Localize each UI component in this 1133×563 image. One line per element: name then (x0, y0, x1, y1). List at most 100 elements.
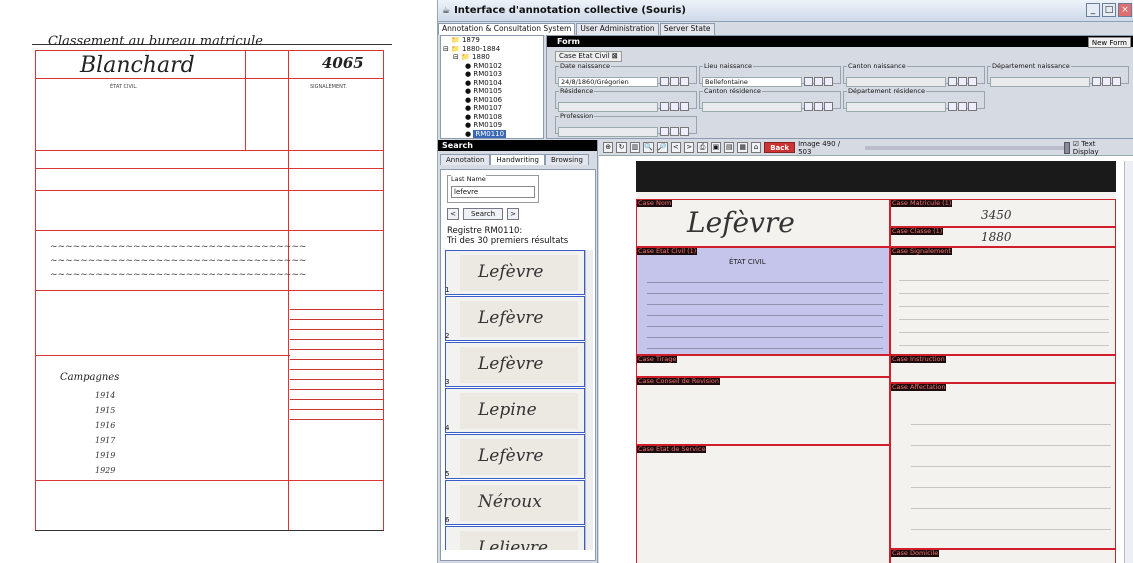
edit-icon[interactable] (958, 77, 967, 86)
region-case-domicile[interactable]: Case Domicile (890, 549, 1116, 563)
tree-item[interactable]: ⊟ 📁 1880 (441, 53, 543, 62)
last-name-input[interactable]: lefevre (451, 186, 535, 198)
canton-naissance-field: Canton naissance (843, 62, 985, 87)
result-item[interactable]: 5 Lefèvre (445, 434, 585, 479)
print-icon[interactable]: ⎙ (697, 142, 708, 153)
search-button[interactable]: Search (463, 208, 503, 220)
dropdown-icon[interactable] (660, 102, 669, 111)
dropdown-icon[interactable] (804, 102, 813, 111)
zoom-out-icon[interactable]: 🔎 (656, 142, 668, 153)
edit-icon[interactable] (814, 77, 823, 86)
tree-item[interactable]: ● RM0105 (441, 87, 543, 96)
edit-icon[interactable] (814, 102, 823, 111)
edit-icon[interactable] (670, 127, 679, 136)
result-item[interactable]: 4 Lepine (445, 388, 585, 433)
new-form-button[interactable]: New Form (1087, 37, 1131, 48)
edit-icon[interactable] (670, 102, 679, 111)
image-slider[interactable] (864, 141, 1070, 154)
tab-annotation[interactable]: Annotation (440, 154, 491, 165)
tab-server-state[interactable]: Server State (659, 23, 715, 35)
canton-naissance-input[interactable] (846, 77, 946, 87)
edit-icon[interactable] (958, 102, 967, 111)
export-icon[interactable]: ▤ (724, 142, 735, 153)
residence-input[interactable] (558, 102, 658, 112)
region-case-classe[interactable]: Case Classe (1) 1880 (890, 227, 1116, 247)
region-case-tirage[interactable]: Case Tirage (636, 355, 890, 377)
tree-item[interactable]: ● RM0108 (441, 113, 543, 122)
results-scrollbar[interactable] (585, 250, 593, 550)
delete-icon[interactable] (680, 127, 689, 136)
result-item[interactable]: 6 Néroux (445, 480, 585, 525)
dropdown-icon[interactable] (660, 127, 669, 136)
save-icon[interactable]: ▣ (710, 142, 722, 153)
rotate-icon[interactable]: ↻ (616, 142, 627, 153)
departement-residence-input[interactable] (846, 102, 946, 112)
previous-image-icon[interactable]: < (670, 142, 681, 153)
grid-icon[interactable]: ▦ (737, 142, 748, 153)
region-case-etat-service[interactable]: Case Etat de Service (636, 445, 890, 563)
tree-item[interactable]: ● RM0104 (441, 79, 543, 88)
edit-icon[interactable] (1102, 77, 1111, 86)
dropdown-icon[interactable] (948, 77, 957, 86)
slider-thumb[interactable] (1063, 141, 1070, 154)
delete-icon[interactable] (680, 77, 689, 86)
region-case-conseil-revision[interactable]: Case Conseil de Revision (636, 377, 890, 445)
region-case-signalement[interactable]: Case Signalement (890, 247, 1116, 355)
region-case-nom[interactable]: Case Nom Lefèvre (636, 199, 890, 247)
zoom-fit-icon[interactable]: ⊕ (603, 142, 614, 153)
tab-case-etat-civil[interactable]: Case Etat Civil ⊠ (555, 51, 622, 62)
tab-user-administration[interactable]: User Administration (576, 23, 659, 35)
close-tab-icon[interactable]: ⊠ (612, 52, 618, 60)
prev-icon[interactable]: < (447, 208, 459, 220)
region-case-affectation[interactable]: Case Affectation (890, 383, 1116, 549)
main-tabs: Annotation & Consultation System User Ad… (438, 23, 716, 35)
lieu-naissance-input[interactable]: Bellefontaine (702, 77, 802, 87)
departement-naissance-field: Département naissance (987, 62, 1129, 87)
region-case-etat-civil[interactable]: Case Etat Civil (1) ÉTAT CIVIL (636, 247, 890, 355)
delete-icon[interactable] (968, 102, 977, 111)
tab-annotation-consultation[interactable]: Annotation & Consultation System (438, 23, 576, 35)
canton-residence-input[interactable] (702, 102, 802, 112)
close-button[interactable]: × (1118, 3, 1132, 17)
text-display-toggle[interactable]: ☑ Text Display (1073, 140, 1120, 156)
region-case-matricule[interactable]: Case Matricule (1) 3450 (890, 199, 1116, 227)
profession-input[interactable] (558, 127, 658, 137)
dropdown-icon[interactable] (948, 102, 957, 111)
date-naissance-input[interactable]: 24/8/1860/Grégorien (558, 77, 658, 87)
edit-icon[interactable] (670, 77, 679, 86)
back-button[interactable]: Back (764, 142, 796, 153)
dropdown-icon[interactable] (660, 77, 669, 86)
tree-item[interactable]: ● RM0103 (441, 70, 543, 79)
result-item[interactable]: 3 Lefèvre (445, 342, 585, 387)
tree-item[interactable]: ● RM0109 (441, 121, 543, 130)
tree-item-selected[interactable]: ● RM0110 (441, 129, 543, 138)
dropdown-icon[interactable] (1092, 77, 1101, 86)
delete-icon[interactable] (824, 102, 833, 111)
delete-icon[interactable] (680, 102, 689, 111)
register-tree[interactable]: 📁 1879 ⊟ 📁 1880-1884 ⊟ 📁 1880 ● RM0102 ●… (440, 35, 544, 139)
delete-icon[interactable] (1112, 77, 1121, 86)
bookmark-icon[interactable]: ⌂ (750, 142, 762, 153)
tree-item[interactable]: ● RM0106 (441, 96, 543, 105)
zoom-in-icon[interactable]: 🔍 (643, 142, 654, 153)
result-item[interactable]: 1 Lefèvre (445, 250, 585, 295)
tree-item[interactable]: ● RM0107 (441, 104, 543, 113)
delete-icon[interactable] (824, 77, 833, 86)
tab-browsing[interactable]: Browsing (544, 154, 589, 165)
delete-icon[interactable] (968, 77, 977, 86)
result-item[interactable]: 7Lelievre (445, 526, 585, 550)
columns-icon[interactable]: ▥ (629, 142, 641, 153)
tab-handwriting[interactable]: Handwriting (490, 154, 545, 165)
tree-item[interactable]: ● RM0102 (441, 62, 543, 71)
next-image-icon[interactable]: > (683, 142, 695, 153)
result-item[interactable]: 2 Lefèvre (445, 296, 585, 341)
tree-item[interactable]: ⊟ 📁 1880-1884 (441, 45, 543, 54)
departement-naissance-input[interactable] (990, 77, 1090, 87)
next-icon[interactable]: > (507, 208, 519, 220)
region-case-instruction[interactable]: Case Instruction (890, 355, 1116, 383)
minimize-button[interactable]: _ (1086, 3, 1100, 17)
tree-item[interactable]: 📁 1879 (441, 36, 543, 45)
dropdown-icon[interactable] (804, 77, 813, 86)
maximize-button[interactable]: □ (1102, 3, 1116, 17)
viewer-scrollbar[interactable] (1124, 161, 1133, 563)
